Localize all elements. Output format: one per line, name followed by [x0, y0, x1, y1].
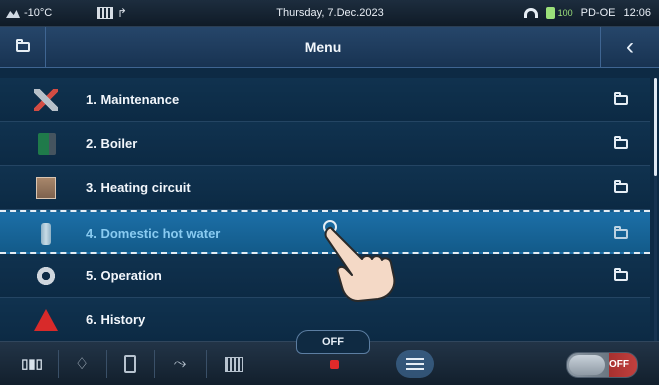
bottom-bar: ▯▮▯ ♢ ⤳ OFF OFF — [0, 330, 659, 385]
toggle-label: OFF — [609, 359, 629, 370]
tools-icon — [34, 89, 58, 111]
menu-item-maintenance[interactable]: 1. Maintenance — [0, 78, 650, 122]
wifi-icon — [523, 8, 538, 18]
menu-button[interactable] — [396, 350, 434, 378]
battery-indicator: 100 — [545, 0, 573, 26]
menu-item-label: 4. Domestic hot water — [86, 226, 221, 241]
divider — [58, 350, 59, 378]
off-tab[interactable]: OFF — [296, 330, 370, 354]
heating-status: ↱ — [97, 0, 127, 26]
menu-item-label: 1. Maintenance — [86, 92, 180, 107]
faucet-icon: ↱ — [117, 6, 128, 20]
folder-icon — [15, 39, 30, 52]
stop-indicator — [330, 360, 339, 369]
scrollbar-thumb[interactable] — [654, 78, 657, 176]
radiator-icon — [225, 356, 243, 372]
pump-icon: ⤳ — [173, 355, 187, 372]
flame-icon: ♢ — [74, 356, 90, 373]
menu-item-label: 6. History — [86, 312, 146, 327]
battery-label: 100 — [557, 8, 573, 18]
back-button[interactable]: ‹ — [600, 27, 659, 67]
folder-icon — [614, 92, 628, 105]
divider — [206, 350, 207, 378]
menu-item-boiler[interactable]: 2. Boiler — [0, 122, 650, 166]
power-toggle[interactable]: OFF — [566, 352, 638, 378]
status-bar: -10°C ↱ Thursday, 7.Dec.2023 100 PD-OE 1… — [0, 0, 659, 27]
folder-icon — [614, 180, 628, 193]
boiler-icon — [38, 133, 56, 155]
network-label: PD-OE — [580, 7, 616, 19]
battery-icon — [545, 7, 555, 19]
chevron-left-icon: ‹ — [626, 33, 634, 60]
date-display: Thursday, 7.Dec.2023 — [276, 7, 384, 19]
screen: -10°C ↱ Thursday, 7.Dec.2023 100 PD-OE 1… — [0, 0, 659, 385]
menu-item-label: 3. Heating circuit — [86, 180, 191, 195]
divider — [106, 350, 107, 378]
menu-item-label: 2. Boiler — [86, 136, 138, 151]
warning-icon — [34, 309, 58, 331]
water-tank-icon — [41, 223, 51, 245]
folder-icon — [614, 226, 628, 239]
gear-icon — [34, 265, 58, 287]
clock: 12:06 — [623, 7, 651, 19]
menu-item-operation[interactable]: 5. Operation — [0, 254, 650, 298]
boiler-button[interactable] — [110, 348, 150, 380]
mode-button[interactable]: ▯▮▯ — [10, 348, 54, 380]
page-title: Menu — [304, 39, 342, 55]
home-button[interactable] — [0, 27, 46, 67]
outdoor-temperature: -10°C — [6, 0, 52, 26]
pump-button[interactable]: ⤳ — [158, 348, 202, 380]
flame-button[interactable]: ♢ — [62, 348, 102, 380]
boiler-icon — [124, 355, 136, 373]
radiator-icon — [36, 177, 56, 199]
menu-list: 1. Maintenance 2. Boiler 3. Heating circ… — [0, 78, 650, 342]
folder-icon — [614, 136, 628, 149]
menu-icon — [406, 358, 424, 370]
toggle-knob[interactable] — [569, 355, 605, 375]
status-right: 100 PD-OE 12:06 — [523, 0, 651, 26]
mode-icon: ▯▮▯ — [21, 356, 43, 371]
outdoor-temp-value: -10°C — [24, 7, 53, 19]
folder-icon — [614, 268, 628, 281]
divider — [154, 350, 155, 378]
radiator-icon — [97, 7, 113, 19]
outdoor-icon — [6, 10, 20, 18]
title-bar: Menu ‹ — [0, 27, 659, 68]
menu-item-label: 5. Operation — [86, 268, 162, 283]
menu-item-domestic-hot-water[interactable]: 4. Domestic hot water — [0, 210, 650, 254]
radiator-button[interactable] — [210, 348, 258, 380]
menu-item-heating-circuit[interactable]: 3. Heating circuit — [0, 166, 650, 210]
